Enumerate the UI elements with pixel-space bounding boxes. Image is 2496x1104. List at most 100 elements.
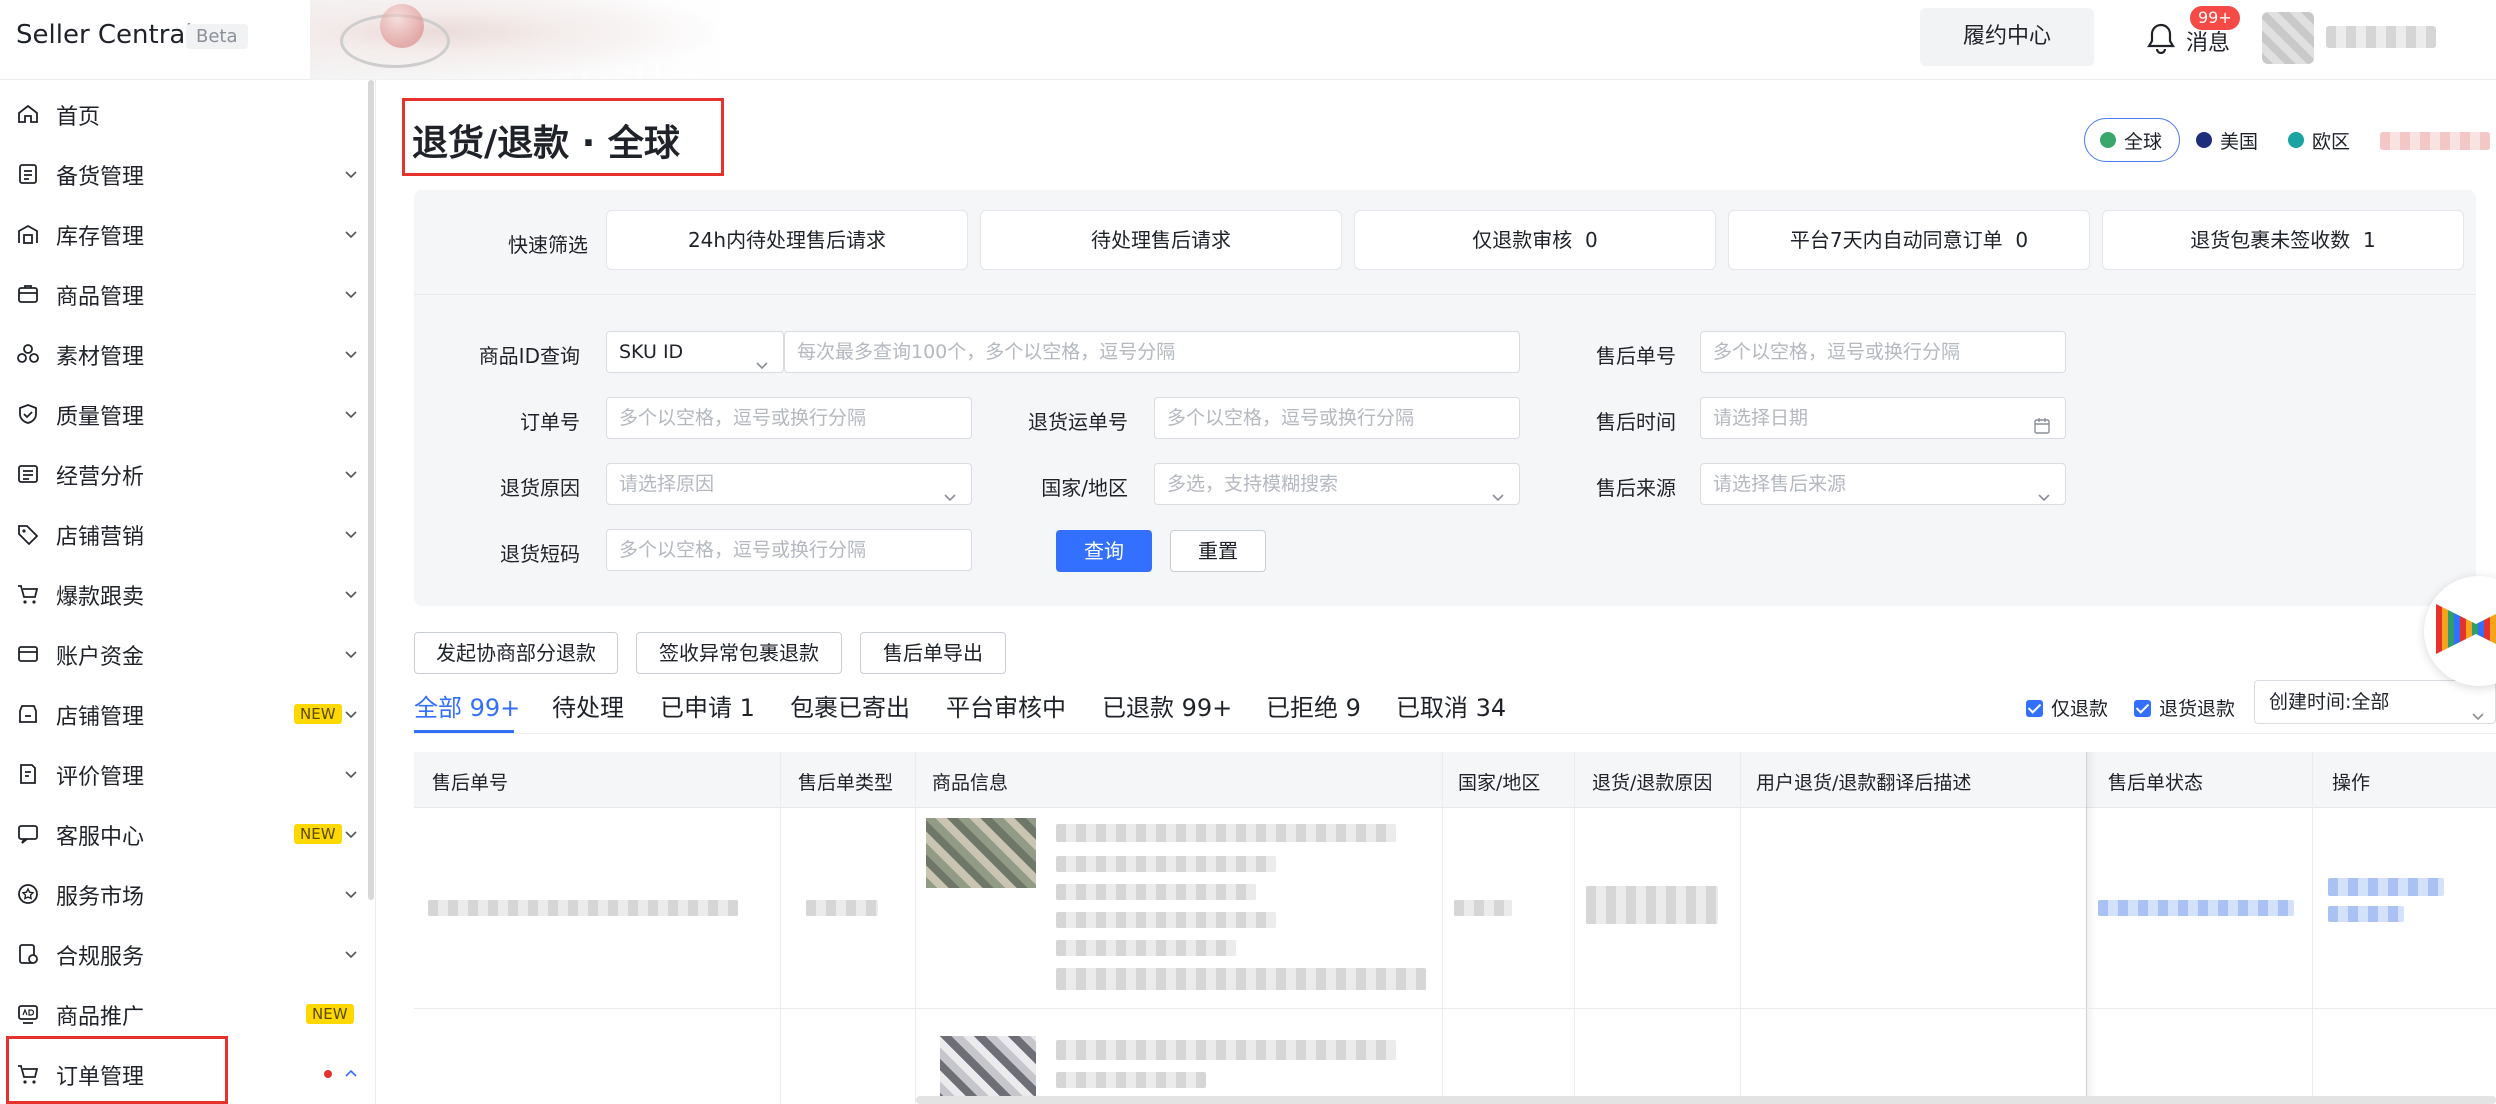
return-code-input[interactable]: 多个以空格，逗号或换行分隔 (606, 529, 972, 571)
tab-label: 平台审核中 (946, 694, 1066, 722)
query-button[interactable]: 查询 (1056, 530, 1152, 572)
top-header: Seller Central Beta 履约中心 消息 99+ (0, 0, 2496, 80)
created-time-select[interactable]: 创建时间:全部 (2254, 680, 2496, 724)
sidebar-item-inventory[interactable]: 库存管理 (0, 204, 368, 264)
avatar[interactable] (2262, 12, 2314, 64)
return-reason-select[interactable]: 请选择原因 (606, 463, 972, 505)
chevron-down-icon (344, 886, 358, 900)
chat-icon (16, 822, 40, 846)
sidebar-item-service-market[interactable]: 服务市场 (0, 864, 368, 924)
return-reason-label: 退货原因 (500, 476, 580, 500)
tab-applied[interactable]: 已申请 1 (660, 688, 755, 723)
sidebar-item-home[interactable]: 首页 (0, 84, 368, 144)
after-sale-no-input[interactable]: 多个以空格，逗号或换行分隔 (1700, 331, 2066, 373)
sidebar-scrollbar[interactable] (368, 80, 374, 900)
country-select[interactable]: 多选，支持模糊搜索 (1154, 463, 1520, 505)
home-icon (16, 102, 40, 126)
tab-rejected[interactable]: 已拒绝 9 (1266, 688, 1361, 723)
store-icon (16, 702, 40, 726)
quick-filter-unsigned-return-packages[interactable]: 退货包裹未签收数 1 (2102, 210, 2464, 270)
quick-filter-card-count: 0 (2015, 228, 2029, 252)
region-global[interactable]: 全球 (2100, 118, 2162, 162)
sidebar-item-compliance[interactable]: 合规服务 (0, 924, 368, 984)
redacted-product-title[interactable] (1056, 824, 1396, 842)
redacted-product-title[interactable] (1056, 1040, 1396, 1060)
quick-filter-24h-pending[interactable]: 24h内待处理售后请求 (606, 210, 968, 270)
region-extra-redacted[interactable] (2380, 132, 2490, 150)
brand-logo[interactable]: Seller Central (16, 20, 193, 50)
sidebar-item-store[interactable]: 店铺管理 NEW (0, 684, 368, 744)
sidebar-item-customer-service[interactable]: 客服中心 NEW (0, 804, 368, 864)
sidebar-item-stocking[interactable]: 备货管理 (0, 144, 368, 204)
sidebar-item-products[interactable]: 商品管理 (0, 264, 368, 324)
th-after-sale-no: 售后单号 (432, 772, 509, 794)
sidebar-item-bestseller-follow[interactable]: 爆款跟卖 (0, 564, 368, 624)
product-thumbnail[interactable] (940, 1036, 1036, 1104)
tab-pending[interactable]: 待处理 (552, 688, 624, 723)
quick-filter-refund-only-review[interactable]: 仅退款审核 0 (1354, 210, 1716, 270)
th-status: 售后单状态 (2108, 772, 2204, 794)
redacted-action-link[interactable] (2328, 878, 2444, 896)
sidebar-item-promotion[interactable]: 商品推广 NEW (0, 984, 368, 1044)
sidebar-item-materials[interactable]: 素材管理 (0, 324, 368, 384)
checkbox-checked-icon (2134, 700, 2151, 717)
sidebar-item-marketing[interactable]: 店铺营销 (0, 504, 368, 564)
th-translated-description: 用户退货/退款翻译后描述 (1756, 772, 1972, 794)
tab-platform-review[interactable]: 平台审核中 (946, 688, 1066, 723)
th-product-info: 商品信息 (932, 772, 1009, 794)
filter-divider (414, 294, 2476, 295)
product-id-type-select[interactable]: SKU ID (606, 331, 784, 373)
th-after-sale-type: 售后单类型 (798, 772, 894, 794)
tab-package-shipped[interactable]: 包裹已寄出 (790, 688, 910, 723)
tab-label: 包裹已寄出 (790, 694, 910, 722)
tab-cancelled[interactable]: 已取消 34 (1396, 688, 1506, 723)
butterfly-logo-icon (2436, 604, 2496, 654)
horizontal-scrollbar[interactable] (916, 1096, 2496, 1104)
redacted-reason (1586, 886, 1718, 924)
region-us[interactable]: 美国 (2196, 118, 2258, 162)
select-placeholder: 多选，支持模糊搜索 (1167, 473, 1339, 495)
tab-refunded[interactable]: 已退款 99+ (1102, 688, 1232, 723)
quick-filter-card-count: 0 (1584, 228, 1598, 252)
date-placeholder: 请选择日期 (1713, 407, 1809, 429)
clipboard-icon (16, 162, 40, 186)
redacted-product-sku (1056, 968, 1426, 990)
return-tracking-input[interactable]: 多个以空格，逗号或换行分隔 (1154, 397, 1520, 439)
sidebar-item-analytics[interactable]: 经营分析 (0, 444, 368, 504)
after-sale-date-picker[interactable]: 请选择日期 (1700, 397, 2066, 439)
column-divider (1740, 752, 1741, 1104)
order-no-input[interactable]: 多个以空格，逗号或换行分隔 (606, 397, 972, 439)
region-eu[interactable]: 欧区 (2288, 118, 2350, 162)
chevron-down-icon (344, 946, 358, 960)
fulfillment-center-button[interactable]: 履约中心 (1920, 8, 2094, 66)
tab-label: 待处理 (552, 694, 624, 722)
quick-filter-auto-agree-7d[interactable]: 平台7天内自动同意订单 0 (1728, 210, 2090, 270)
shield-check-icon (16, 402, 40, 426)
chevron-down-icon (344, 466, 358, 480)
refund-only-checkbox[interactable]: 仅退款 (2026, 694, 2108, 721)
bell-icon[interactable] (2146, 22, 2176, 54)
abnormal-package-refund-button[interactable]: 签收异常包裹退款 (636, 632, 842, 674)
quick-filter-pending[interactable]: 待处理售后请求 (980, 210, 1342, 270)
sidebar-item-label: 合规服务 (56, 945, 145, 970)
product-id-input[interactable]: 每次最多查询100个，多个以空格，逗号分隔 (784, 331, 1520, 373)
tab-all[interactable]: 全部 99+ (414, 688, 520, 723)
sidebar-item-quality[interactable]: 质量管理 (0, 384, 368, 444)
source-select[interactable]: 请选择售后来源 (1700, 463, 2066, 505)
redacted-action-link[interactable] (2328, 906, 2404, 922)
sidebar-item-account-funds[interactable]: 账户资金 (0, 624, 368, 684)
redacted-after-sale-no[interactable] (428, 900, 738, 916)
chevron-down-icon (344, 226, 358, 240)
ad-icon (16, 1002, 40, 1026)
reset-button[interactable]: 重置 (1170, 530, 1266, 572)
sidebar-item-label: 素材管理 (56, 345, 145, 370)
sidebar-item-reviews[interactable]: 评价管理 (0, 744, 368, 804)
select-value: 创建时间:全部 (2269, 691, 2390, 713)
user-name-redacted[interactable] (2326, 26, 2436, 48)
return-refund-checkbox[interactable]: 退货退款 (2134, 694, 2235, 721)
partial-refund-button[interactable]: 发起协商部分退款 (414, 632, 618, 674)
sidebar-item-label: 评价管理 (56, 765, 145, 790)
export-after-sales-button[interactable]: 售后单导出 (860, 632, 1006, 674)
return-tracking-label: 退货运单号 (1028, 410, 1128, 434)
product-thumbnail[interactable] (926, 818, 1036, 888)
